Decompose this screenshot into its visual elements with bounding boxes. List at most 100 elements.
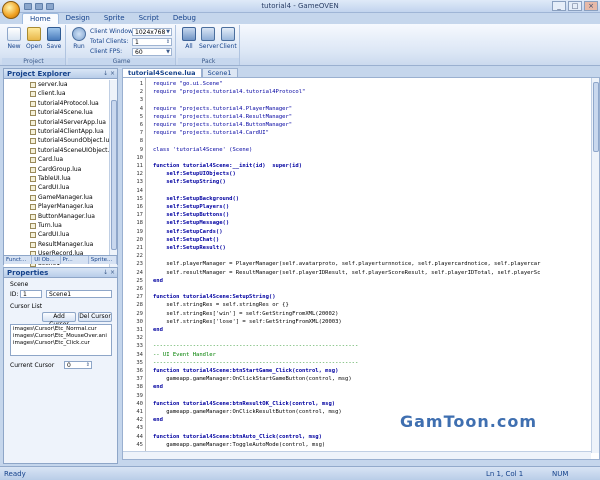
- maximize-button[interactable]: □: [568, 1, 582, 11]
- tree-item[interactable]: tutorial4SoundObject.lua: [30, 137, 109, 145]
- list-item[interactable]: images\Cursor\Etc_Click.cur: [13, 340, 90, 346]
- line-number: 30: [136, 318, 143, 325]
- code-line[interactable]: require "go.ui.Scene": [153, 80, 223, 88]
- save-button[interactable]: Save: [45, 27, 63, 50]
- minimize-button[interactable]: _: [552, 1, 566, 11]
- code-line[interactable]: self:SetupResult(): [153, 244, 226, 252]
- tree-item[interactable]: PlayerManager.lua: [30, 203, 93, 211]
- code-line[interactable]: gameapp.gameManager:OnClickStartGameButt…: [153, 375, 351, 383]
- code-line[interactable]: function tutorial4Scene:btnAuto_Click(co…: [153, 433, 322, 441]
- pack-server-button[interactable]: Server: [199, 27, 219, 50]
- app-menu-orb-icon[interactable]: [2, 1, 20, 19]
- code-line[interactable]: function tutorial4Scene:btnResultOK_Clic…: [153, 400, 335, 408]
- qat-new-icon[interactable]: [24, 3, 32, 10]
- code-line[interactable]: require "projects.tutorial4.tutorial4Pro…: [153, 88, 305, 96]
- tree-item[interactable]: TableUI.lua: [30, 175, 71, 183]
- code-line[interactable]: self.resultManager = ResultManager(self.…: [153, 269, 540, 277]
- editor-horizontal-scrollbar[interactable]: [123, 451, 591, 459]
- code-line[interactable]: -- UI Event Handler: [153, 351, 216, 359]
- code-line[interactable]: gameapp.gameManager:OnClickResultButton(…: [153, 408, 342, 416]
- client-fps-select[interactable]: 60 ▼: [132, 48, 172, 56]
- code-line[interactable]: end: [153, 277, 163, 285]
- code-line[interactable]: require "projects.tutorial4.CardUI": [153, 129, 269, 137]
- tab-sprite[interactable]: Sprite: [97, 13, 132, 24]
- tree-item[interactable]: CardUI.lua: [30, 184, 69, 192]
- tab-project[interactable]: Pr...: [61, 256, 89, 264]
- code-line[interactable]: gameapp.gameManager:ToggleAutoMode(contr…: [153, 441, 325, 449]
- current-cursor-stepper[interactable]: 0 ⇕: [64, 361, 92, 369]
- code-line[interactable]: self.playerManager = PlayerManager(self.…: [153, 260, 540, 268]
- code-line[interactable]: ----------------------------------------…: [153, 342, 358, 350]
- client-window-select[interactable]: 1024x768 ▼: [132, 28, 172, 36]
- code-line[interactable]: self:SetupButtons(): [153, 211, 229, 219]
- pack-all-button[interactable]: All: [180, 27, 198, 50]
- tree-item[interactable]: CardGroup.lua: [30, 166, 81, 174]
- tree-item[interactable]: client.lua: [30, 90, 66, 98]
- tree-item[interactable]: GameManager.lua: [30, 194, 93, 202]
- tab-debug[interactable]: Debug: [166, 13, 203, 24]
- tree-item[interactable]: tutorial4Scene.lua: [30, 109, 93, 117]
- code-line[interactable]: function tutorial4Scene:btnStartGame_Cli…: [153, 367, 338, 375]
- tab-scene1[interactable]: Scene1: [201, 68, 238, 77]
- code-line[interactable]: require "projects.tutorial4.PlayerManage…: [153, 105, 292, 113]
- code-editor[interactable]: 1 require "go.ui.Scene" 2 require "projects…: [122, 77, 600, 460]
- tree-item[interactable]: Turn.lua: [30, 222, 62, 230]
- tab-ui-objects[interactable]: UI Ob...: [32, 256, 61, 264]
- tab-sprites[interactable]: Sprite...: [89, 256, 117, 264]
- code-line[interactable]: self:SetupCards(): [153, 228, 222, 236]
- code-line[interactable]: self.stringRes['lose'] = self:GetStringF…: [153, 318, 342, 326]
- pin-close-icon[interactable]: ↓ ×: [103, 268, 115, 278]
- id-input[interactable]: 1: [20, 290, 42, 298]
- list-item[interactable]: images\Cursor\Etc_MouseOver.ani: [13, 333, 107, 339]
- app-window: tutorial4 - GameOVEN _ □ × Home Design S…: [0, 0, 600, 480]
- code-line[interactable]: self:SetupPlayers(): [153, 203, 229, 211]
- code-line[interactable]: self:SetupMessage(): [153, 219, 229, 227]
- code-line[interactable]: function tutorial4Scene:__init(id) super…: [153, 162, 302, 170]
- add-cursor-button[interactable]: Add Cursor: [42, 312, 76, 328]
- tree-item[interactable]: tutorial4ServerApp.lua: [30, 119, 106, 127]
- code-line[interactable]: class 'tutorial4Scene' (Scene): [153, 146, 252, 154]
- editor-vertical-scrollbar[interactable]: [591, 78, 599, 453]
- tree-item[interactable]: Card.lua: [30, 156, 63, 164]
- code-line[interactable]: function tutorial4Scene:SetupString(): [153, 293, 276, 301]
- close-button[interactable]: ×: [584, 1, 598, 11]
- tab-home[interactable]: Home: [22, 13, 59, 24]
- tree-item[interactable]: tutorial4SceneUIObject.lua: [30, 147, 109, 155]
- tree-item[interactable]: tutorial4Protocol.lua: [30, 100, 99, 108]
- list-item[interactable]: images\Cursor\Etc_Normal.cur: [13, 326, 97, 332]
- code-line[interactable]: require "projects.tutorial4.ButtonManage…: [153, 121, 292, 129]
- code-line[interactable]: require "projects.tutorial4.ResultManage…: [153, 113, 292, 121]
- scene-name-input[interactable]: Scene1: [46, 290, 112, 298]
- tab-functions[interactable]: Funct...: [4, 256, 33, 264]
- code-line[interactable]: self.stringRes = self.stringRes or {}: [153, 301, 289, 309]
- tree-item[interactable]: ButtonManager.lua: [30, 213, 95, 221]
- open-button[interactable]: Open: [25, 27, 43, 50]
- code-line[interactable]: end: [153, 416, 163, 424]
- code-line[interactable]: self:SetupString(): [153, 178, 226, 186]
- pack-client-button[interactable]: Client: [219, 27, 237, 50]
- pin-close-icon[interactable]: ↓ ×: [103, 69, 115, 79]
- code-line[interactable]: self:SetupUIObjects(): [153, 170, 236, 178]
- code-line[interactable]: self:SetupBackground(): [153, 195, 239, 203]
- code-line[interactable]: self.stringRes['win'] = self:GetStringFr…: [153, 310, 338, 318]
- scroll-thumb[interactable]: [593, 82, 599, 152]
- code-line[interactable]: end: [153, 326, 163, 334]
- tree-item[interactable]: server.lua: [30, 81, 68, 89]
- del-cursor-button[interactable]: Del Cursor: [78, 312, 112, 322]
- scroll-thumb[interactable]: [111, 100, 117, 250]
- qat-open-icon[interactable]: [35, 3, 43, 10]
- run-button[interactable]: Run: [70, 27, 88, 50]
- code-line[interactable]: ----------------------------------------…: [153, 359, 358, 367]
- qat-save-icon[interactable]: [46, 3, 54, 10]
- code-line[interactable]: end: [153, 383, 163, 391]
- tree-item[interactable]: CardUI.lua: [30, 231, 69, 239]
- tree-item[interactable]: ResultManager.lua: [30, 241, 93, 249]
- total-clients-stepper[interactable]: 1 ⇕: [132, 38, 172, 46]
- new-button[interactable]: New: [5, 27, 23, 50]
- tree-item[interactable]: tutorial4ClientApp.lua: [30, 128, 104, 136]
- tab-design[interactable]: Design: [59, 13, 97, 24]
- tab-tutorial4scene-lua[interactable]: tutorial4Scene.lua: [122, 68, 202, 77]
- code-line[interactable]: self:SetupChat(): [153, 236, 219, 244]
- cursor-list[interactable]: images\Cursor\Etc_Normal.cur images\Curs…: [10, 324, 112, 356]
- tab-script[interactable]: Script: [132, 13, 166, 24]
